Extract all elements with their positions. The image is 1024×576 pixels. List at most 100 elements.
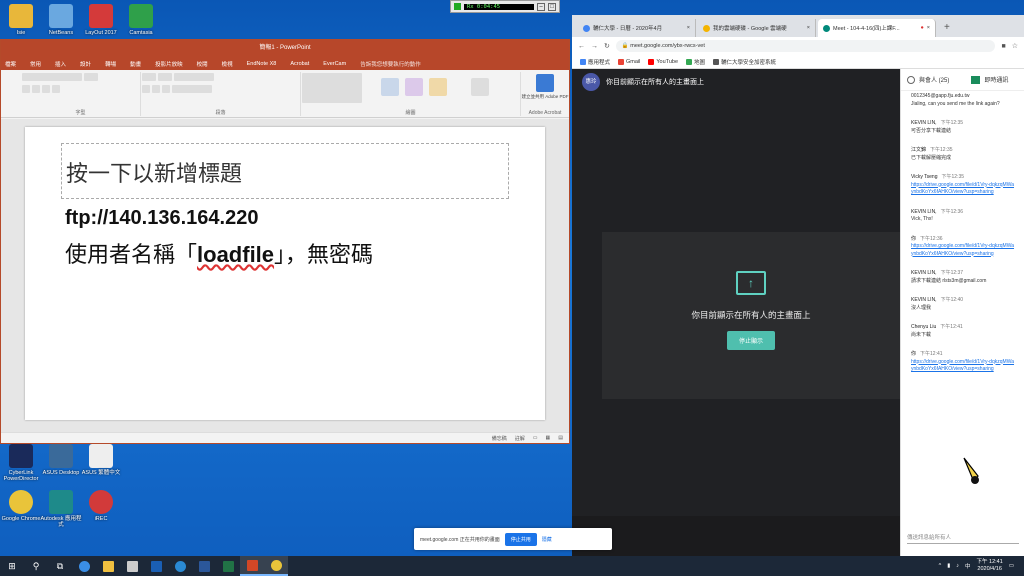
hide-button[interactable]: 隱藏 (542, 536, 552, 543)
sorter-view-icon[interactable]: ▦ (546, 435, 551, 441)
desktop-icon-isie[interactable]: Isie (0, 4, 42, 36)
camera-icon[interactable]: ■ (1001, 43, 1005, 50)
bookmark-youtube[interactable]: YouTube (648, 58, 678, 65)
up-arrow-icon[interactable]: ^ (939, 563, 942, 569)
stop-sharing-button[interactable]: 停止共用 (504, 532, 537, 546)
taskbar-explorer[interactable] (96, 556, 120, 576)
maximize-icon[interactable]: □ (548, 2, 556, 11)
close-icon[interactable]: × (687, 25, 690, 31)
reload-icon[interactable]: ↻ (604, 42, 610, 50)
people-tab[interactable]: 與會人 (25) (919, 75, 949, 84)
reading-view-icon[interactable]: ▤ (558, 435, 563, 441)
tab-transitions[interactable]: 轉場 (105, 60, 116, 68)
ftp-address[interactable]: ftp://140.136.164.220 (65, 207, 258, 230)
desktop-icon-asus[interactable]: ASUS Desktop (40, 444, 82, 476)
normal-view-icon[interactable]: ▭ (533, 435, 538, 441)
tab-home[interactable]: 常用 (30, 60, 41, 68)
desktop-icon-netbeans[interactable]: NetBeans (40, 4, 82, 36)
clock[interactable]: 下午 12:41 2020/4/16 (977, 559, 1003, 572)
new-tab-button[interactable]: + (938, 19, 956, 37)
forward-icon[interactable]: → (591, 43, 598, 50)
start-button[interactable]: ⊞ (0, 556, 24, 576)
bookmark-apps[interactable]: 應用程式 (580, 58, 610, 66)
star-icon[interactable]: ☆ (1012, 42, 1018, 50)
italic-button[interactable] (32, 85, 40, 93)
drive-link[interactable]: https://drive.google.com/file/d/1Vry-dqk… (911, 359, 1014, 374)
bullets-button[interactable] (142, 73, 156, 81)
comments-button[interactable]: 註解 (515, 435, 525, 442)
minimize-icon[interactable]: – (537, 2, 545, 11)
bold-button[interactable] (22, 85, 30, 93)
tab-evercam[interactable]: EverCam (323, 61, 346, 67)
shape-fill-icon[interactable] (429, 78, 447, 96)
find-icon[interactable] (471, 78, 489, 96)
tab-endnote[interactable]: EndNote X8 (247, 61, 277, 67)
slide[interactable]: 按一下以新增標題 ftp://140.136.164.220 使用者名稱「loa… (25, 127, 545, 420)
tab-slideshow[interactable]: 投影片放映 (155, 60, 183, 68)
shapes-gallery[interactable] (302, 73, 362, 103)
desktop-icon-layout[interactable]: LayOut 2017 (80, 4, 122, 36)
taskbar-powerpoint[interactable] (240, 556, 264, 576)
smartart-button[interactable] (172, 85, 212, 93)
taskbar-chrome[interactable] (264, 556, 288, 576)
close-icon[interactable]: × (927, 25, 930, 31)
desktop-icon-chrome[interactable]: Google Chrome (0, 490, 42, 522)
desktop-icon-irec[interactable]: iREC (80, 490, 122, 522)
people-icon[interactable] (907, 75, 915, 84)
back-icon[interactable]: ← (578, 43, 585, 50)
taskbar-word[interactable] (192, 556, 216, 576)
tab-animations[interactable]: 動畫 (130, 60, 141, 68)
chat-tab[interactable]: 即時通訊 (984, 75, 1008, 84)
numbering-button[interactable] (158, 73, 172, 81)
tab-calendar[interactable]: 輔仁大學 - 日曆 - 2020年4月 × (578, 19, 696, 37)
chat-input[interactable]: 傳送訊息給所有人 (907, 532, 1019, 544)
font-color-button[interactable] (52, 85, 60, 93)
desktop-icon-asus-tc[interactable]: ASUS 繁體中文 (80, 444, 122, 476)
font-name-box[interactable] (22, 73, 82, 81)
close-icon[interactable]: × (807, 25, 810, 31)
drive-link[interactable]: https://drive.google.com/file/d/1Vry-dqk… (911, 182, 1014, 197)
address-bar[interactable]: 🔒 meet.google.com/ybx-rwcs-vet (615, 40, 996, 52)
desktop-icon-camtasia[interactable]: Camtasia (120, 4, 162, 36)
create-pdf-icon[interactable] (536, 74, 554, 92)
bookmark-maps[interactable]: 地圖 (686, 58, 705, 66)
bookmark-gmail[interactable]: Gmail (618, 58, 640, 65)
taskbar-store[interactable] (120, 556, 144, 576)
align-right-button[interactable] (162, 85, 170, 93)
tab-meet[interactable]: Meet - 104-4-16(四)上課F... ● × (818, 19, 936, 37)
network-icon[interactable]: ▮ (947, 563, 950, 569)
drive-link[interactable]: https://drive.google.com/file/d/1Vry-dqk… (911, 243, 1014, 258)
desktop-icon-autodesk[interactable]: Autodesk 應用程式 (40, 490, 82, 528)
bookmark-fju[interactable]: 輔仁大學安全加密系統 (713, 58, 776, 66)
search-button[interactable]: ⚲ (24, 556, 48, 576)
taskbar-outlook[interactable] (144, 556, 168, 576)
chat-icon[interactable] (971, 75, 981, 84)
tab-insert[interactable]: 插入 (55, 60, 66, 68)
text-direction-button[interactable] (174, 73, 214, 81)
align-left-button[interactable] (142, 85, 150, 93)
font-size-box[interactable] (84, 73, 98, 81)
desktop-icon-powerdirector[interactable]: CyberLink PowerDirector (0, 444, 42, 482)
ime-indicator[interactable]: 中 (965, 562, 971, 570)
recorder-toolbar[interactable]: Rx 0:04:45 – □ (450, 0, 560, 13)
task-view-button[interactable]: ⧉ (48, 556, 72, 576)
tab-review[interactable]: 校閱 (197, 60, 208, 68)
notification-icon[interactable]: ▭ (1009, 563, 1014, 569)
taskbar-ie[interactable] (168, 556, 192, 576)
tab-view[interactable]: 檢視 (222, 60, 233, 68)
stop-presenting-button[interactable]: 停止顯示 (726, 331, 775, 350)
align-center-button[interactable] (152, 85, 160, 93)
title-placeholder[interactable]: 按一下以新增標題 (61, 143, 509, 199)
quick-styles-icon[interactable] (405, 78, 423, 96)
taskbar-excel[interactable] (216, 556, 240, 576)
tab-file[interactable]: 檔案 (5, 60, 16, 68)
create-pdf-button[interactable]: 建立並共用 Adobe PDF (521, 94, 569, 100)
tell-me-search[interactable]: 告訴我您想要執行的動作 (360, 60, 421, 68)
taskbar-edge[interactable] (72, 556, 96, 576)
tab-acrobat[interactable]: Acrobat (290, 61, 309, 67)
tab-design[interactable]: 設計 (80, 60, 91, 68)
arrange-icon[interactable] (381, 78, 399, 96)
username-line[interactable]: 使用者名稱「loadfile」，無密碼 (65, 237, 373, 269)
tab-drive[interactable]: 我的雲端硬碟 - Google 雲端硬 × (698, 19, 816, 37)
volume-icon[interactable]: ♪ (956, 563, 959, 569)
